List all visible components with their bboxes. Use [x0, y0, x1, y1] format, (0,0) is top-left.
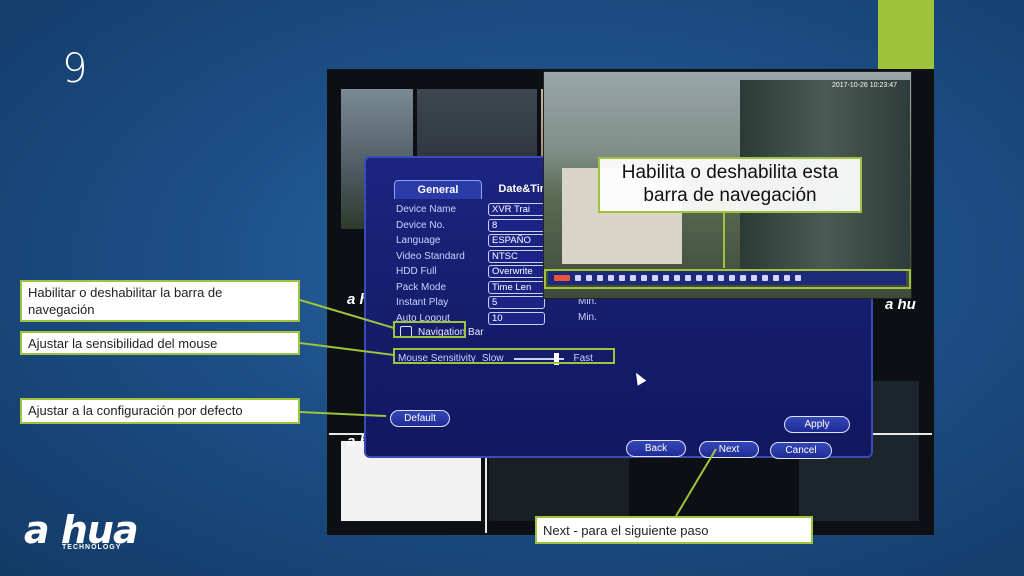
connector-lines — [299, 213, 725, 517]
connector-line — [299, 342, 395, 356]
connector-line — [299, 411, 387, 417]
connector-line — [675, 448, 717, 517]
logo-tagline: TECHNOLOGY — [62, 544, 122, 551]
connector-line — [299, 299, 395, 329]
dahua-logo: a hua TECHNOLOGY — [24, 508, 139, 552]
